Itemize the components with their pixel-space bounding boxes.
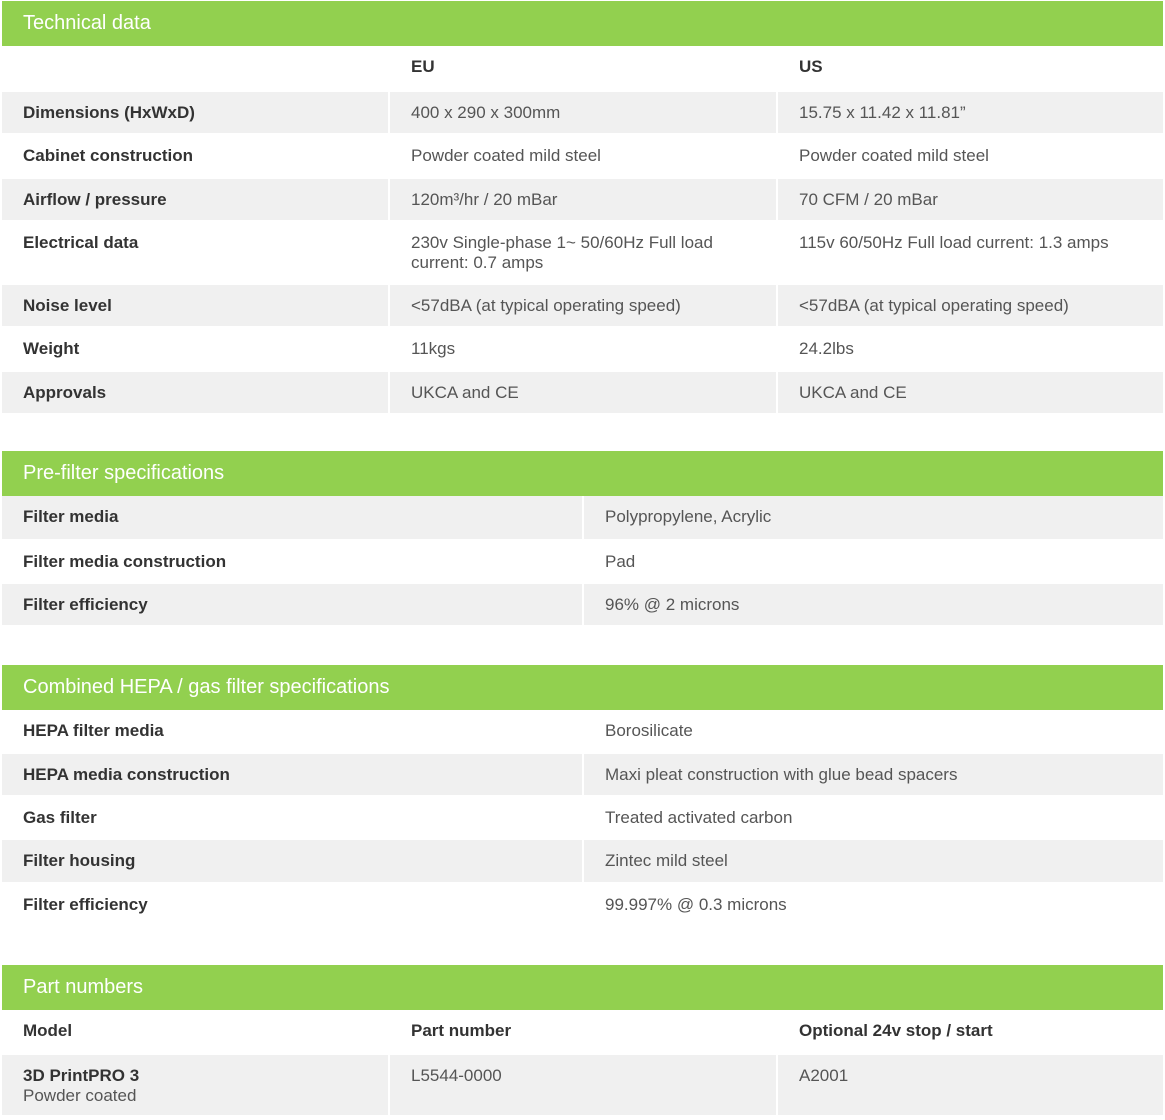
technical-data-table: EU US Dimensions (HxWxD) 400 x 290 x 300… (2, 46, 1163, 415)
row-value: Maxi pleat construction with glue bead s… (583, 753, 1163, 797)
header-cell-optional: Optional 24v stop / start (777, 1010, 1163, 1055)
row-value: Treated activated carbon (583, 796, 1163, 840)
table-header-row: Model Part number Optional 24v stop / st… (2, 1010, 1163, 1055)
hepa-table: HEPA filter media Borosilicate HEPA medi… (2, 710, 1163, 927)
row-label: Gas filter (2, 796, 584, 840)
header-cell-empty (2, 46, 390, 92)
row-value-us: 115v 60/50Hz Full load current: 1.3 amps (777, 221, 1163, 285)
row-label: Filter media construction (2, 540, 584, 584)
table-row: HEPA filter media Borosilicate (2, 710, 1163, 754)
part-numbers-table: Model Part number Optional 24v stop / st… (2, 1010, 1163, 1117)
row-value: Polypropylene, Acrylic (583, 496, 1163, 541)
table-row: HEPA media construction Maxi pleat const… (2, 753, 1163, 797)
row-value-eu: 230v Single-phase 1~ 50/60Hz Full load c… (389, 221, 778, 285)
part-numbers-section: Part numbers Model Part number Optional … (2, 965, 1163, 1117)
row-label: HEPA filter media (2, 710, 584, 754)
row-label: Dimensions (HxWxD) (2, 91, 390, 135)
row-value: Pad (583, 540, 1163, 584)
table-row: Airflow / pressure 120m³/hr / 20 mBar 70… (2, 178, 1163, 222)
header-cell-us: US (777, 46, 1163, 92)
row-value-us: Powder coated mild steel (777, 134, 1163, 179)
row-value: 96% @ 2 microns (583, 583, 1163, 627)
technical-data-section: Technical data EU US Dimensions (HxWxD) … (2, 1, 1163, 415)
header-cell-part-number: Part number (389, 1010, 778, 1055)
row-value-eu: 11kgs (389, 327, 778, 372)
row-value-eu: <57dBA (at typical operating speed) (389, 284, 778, 328)
prefilter-section: Pre-filter specifications Filter media P… (2, 451, 1163, 627)
row-value-eu: UKCA and CE (389, 371, 778, 415)
row-label: Filter efficiency (2, 583, 584, 627)
row-value-eu: 120m³/hr / 20 mBar (389, 178, 778, 222)
header-cell-model: Model (2, 1010, 390, 1055)
row-label: HEPA media construction (2, 753, 584, 797)
model-cell: 3D PrintPRO 3 Powder coated (2, 1054, 390, 1117)
table-row: Weight 11kgs 24.2lbs (2, 327, 1163, 372)
row-label: Airflow / pressure (2, 178, 390, 222)
table-row: Noise level <57dBA (at typical operating… (2, 284, 1163, 328)
part-number-cell: L5544-0000 (389, 1054, 778, 1117)
row-value: Borosilicate (583, 710, 1163, 754)
table-row: Cabinet construction Powder coated mild … (2, 134, 1163, 179)
table-row: 3D PrintPRO 3 Powder coated L5544-0000 A… (2, 1054, 1163, 1117)
row-label: Approvals (2, 371, 390, 415)
table-row: Filter housing Zintec mild steel (2, 839, 1163, 884)
table-header-row: EU US (2, 46, 1163, 92)
section-title: Part numbers (2, 965, 1163, 1010)
header-cell-eu: EU (389, 46, 778, 92)
table-row: Filter media Polypropylene, Acrylic (2, 496, 1163, 541)
row-value-us: UKCA and CE (777, 371, 1163, 415)
row-value-eu: 400 x 290 x 300mm (389, 91, 778, 135)
table-row: Dimensions (HxWxD) 400 x 290 x 300mm 15.… (2, 91, 1163, 135)
row-value-us: 70 CFM / 20 mBar (777, 178, 1163, 222)
model-finish: Powder coated (23, 1086, 137, 1105)
model-name: 3D PrintPRO 3 (23, 1066, 140, 1085)
row-label: Weight (2, 327, 390, 372)
table-row: Filter efficiency 99.997% @ 0.3 microns (2, 883, 1163, 927)
table-row: Gas filter Treated activated carbon (2, 796, 1163, 840)
section-title: Pre-filter specifications (2, 451, 1163, 496)
hepa-section: Combined HEPA / gas filter specification… (2, 665, 1163, 927)
row-label: Noise level (2, 284, 390, 328)
section-title: Combined HEPA / gas filter specification… (2, 665, 1163, 710)
table-row: Approvals UKCA and CE UKCA and CE (2, 371, 1163, 415)
table-row: Filter efficiency 96% @ 2 microns (2, 583, 1163, 627)
row-value-us: 24.2lbs (777, 327, 1163, 372)
section-title: Technical data (2, 1, 1163, 46)
row-label: Filter housing (2, 839, 584, 884)
row-label: Filter efficiency (2, 883, 584, 927)
row-label: Electrical data (2, 221, 390, 285)
table-row: Filter media construction Pad (2, 540, 1163, 584)
row-value-us: <57dBA (at typical operating speed) (777, 284, 1163, 328)
row-label: Filter media (2, 496, 584, 541)
prefilter-table: Filter media Polypropylene, Acrylic Filt… (2, 496, 1163, 627)
row-label: Cabinet construction (2, 134, 390, 179)
row-value-us: 15.75 x 11.42 x 11.81” (777, 91, 1163, 135)
row-value-eu: Powder coated mild steel (389, 134, 778, 179)
optional-cell: A2001 (777, 1054, 1163, 1117)
row-value: 99.997% @ 0.3 microns (583, 883, 1163, 927)
table-row: Electrical data 230v Single-phase 1~ 50/… (2, 221, 1163, 285)
row-value: Zintec mild steel (583, 839, 1163, 884)
